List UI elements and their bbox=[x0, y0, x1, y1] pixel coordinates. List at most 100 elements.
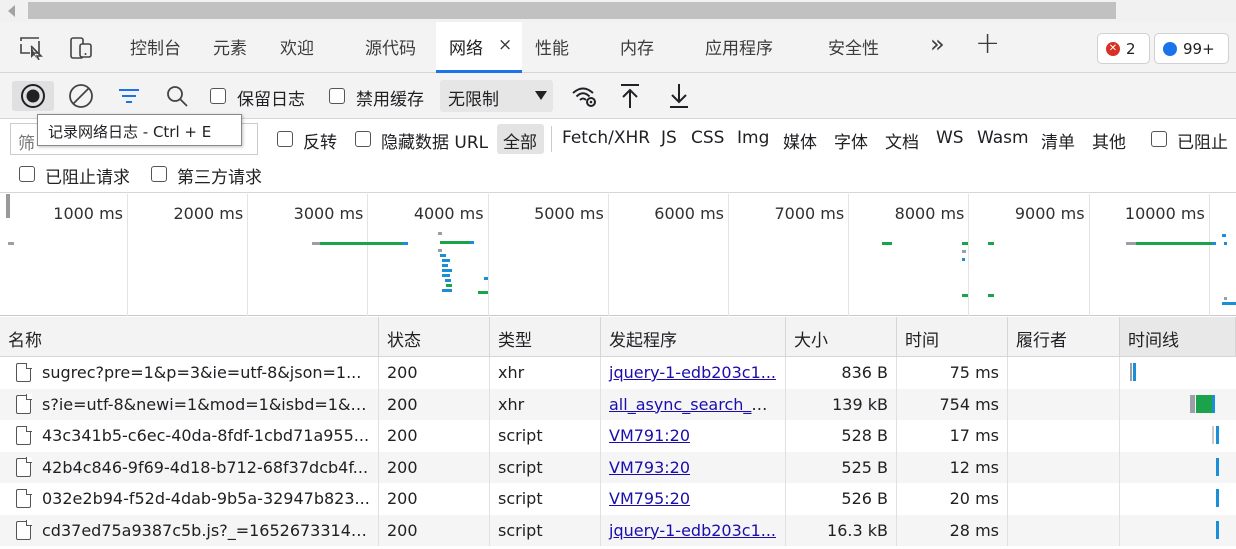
overview-handle[interactable] bbox=[6, 194, 10, 218]
table-row[interactable]: 42b4c846-9f69-4d18-b712-68f37dcb4f... 200… bbox=[0, 451, 1236, 483]
cell-name[interactable]: s?ie=utf-8&newi=1&mod=1&isbd=1&i... bbox=[0, 388, 379, 420]
tab-memory[interactable]: 内存 bbox=[620, 34, 654, 59]
col-header-waterfall[interactable]: 时间线 bbox=[1120, 317, 1236, 357]
cell-size: 16.3 kB bbox=[786, 514, 897, 546]
type-filter-font[interactable]: 字体 bbox=[834, 128, 868, 153]
overview-tick-label: 7000 ms bbox=[774, 204, 845, 223]
cell-initiator[interactable]: jquery-1-edb203c1... bbox=[601, 514, 786, 546]
throttling-select[interactable]: 无限制 bbox=[440, 80, 553, 112]
add-tab-icon[interactable]: + bbox=[975, 26, 1000, 61]
tab-security[interactable]: 安全性 bbox=[828, 34, 879, 59]
invert-checkbox[interactable] bbox=[277, 131, 293, 147]
table-row[interactable]: cd37ed75a9387c5b.js?_=1652673314117 200 sc… bbox=[0, 514, 1236, 546]
type-filter-fetch-xhr[interactable]: Fetch/XHR bbox=[562, 128, 650, 148]
record-button[interactable] bbox=[12, 81, 54, 111]
col-header-type[interactable]: 类型 bbox=[490, 317, 601, 357]
tab-network[interactable]: 网络 bbox=[449, 34, 483, 59]
close-tab-icon[interactable]: × bbox=[498, 35, 512, 55]
tab-sources[interactable]: 源代码 bbox=[365, 34, 416, 59]
export-har-button[interactable] bbox=[665, 81, 693, 111]
type-filter-css[interactable]: CSS bbox=[691, 128, 724, 148]
disable-cache-checkbox[interactable] bbox=[329, 88, 345, 104]
scrollbar-thumb[interactable] bbox=[28, 2, 1116, 19]
preserve-log-label[interactable]: 保留日志 bbox=[237, 85, 305, 110]
type-filter-ws[interactable]: WS bbox=[936, 128, 964, 148]
col-header-name[interactable]: 名称 bbox=[0, 317, 379, 357]
initiator-link[interactable]: jquery-1-edb203c1... bbox=[609, 521, 776, 540]
cell-name[interactable]: 43c341b5-c6ec-40da-8fdf-1cbd71a955... bbox=[0, 420, 379, 452]
tab-network-container[interactable]: 网络 × bbox=[436, 22, 522, 73]
import-har-button[interactable] bbox=[616, 81, 644, 111]
blocked-requests-label[interactable]: 已阻止请求 bbox=[45, 163, 130, 188]
errors-count: 2 bbox=[1126, 39, 1136, 58]
errors-badge[interactable]: ✕ 2 bbox=[1097, 33, 1150, 64]
divider bbox=[551, 126, 552, 152]
type-filter-js[interactable]: JS bbox=[661, 128, 677, 148]
overview-tick-label: 8000 ms bbox=[894, 204, 965, 223]
col-header-fulfilled-by[interactable]: 履行者 bbox=[1008, 317, 1120, 357]
blocked-cookies-checkbox[interactable] bbox=[1151, 131, 1167, 147]
initiator-link[interactable]: VM795:20 bbox=[609, 489, 690, 508]
overview-tick-label: 2000 ms bbox=[173, 204, 244, 223]
type-filter-media[interactable]: 媒体 bbox=[783, 128, 817, 153]
tab-elements[interactable]: 元素 bbox=[213, 34, 247, 59]
overview-request-bar bbox=[438, 249, 442, 252]
table-row[interactable]: 43c341b5-c6ec-40da-8fdf-1cbd71a955... 200… bbox=[0, 420, 1236, 452]
type-filter-img[interactable]: Img bbox=[737, 128, 769, 148]
file-icon bbox=[16, 488, 32, 508]
network-overview[interactable]: 1000 ms 2000 ms 3000 ms 4000 ms 5000 ms 6000 … bbox=[0, 194, 1236, 316]
col-header-size[interactable]: 大小 bbox=[786, 317, 897, 357]
initiator-link[interactable]: jquery-1-edb203c1... bbox=[609, 363, 776, 382]
cell-name[interactable]: 42b4c846-9f69-4d18-b712-68f37dcb4f... bbox=[0, 451, 379, 483]
cell-initiator[interactable]: all_async_search_49... bbox=[601, 388, 786, 420]
col-header-time[interactable]: 时间 bbox=[897, 317, 1008, 357]
overview-request-bar bbox=[442, 274, 450, 277]
tab-welcome[interactable]: 欢迎 bbox=[280, 34, 314, 59]
horizontal-scrollbar[interactable] bbox=[0, 0, 1236, 22]
cell-name[interactable]: cd37ed75a9387c5b.js?_=1652673314117 bbox=[0, 514, 379, 546]
cell-initiator[interactable]: VM793:20 bbox=[601, 451, 786, 483]
cell-initiator[interactable]: jquery-1-edb203c1... bbox=[601, 357, 786, 389]
third-party-checkbox[interactable] bbox=[151, 166, 167, 182]
col-header-initiator[interactable]: 发起程序 bbox=[601, 317, 786, 357]
initiator-link[interactable]: VM793:20 bbox=[609, 458, 690, 477]
cell-fulfilled bbox=[1008, 420, 1120, 452]
tab-performance[interactable]: 性能 bbox=[535, 34, 569, 59]
more-tabs-icon[interactable]: » bbox=[930, 30, 945, 58]
filter-button[interactable] bbox=[114, 82, 144, 110]
invert-label[interactable]: 反转 bbox=[303, 128, 337, 153]
hide-data-urls-checkbox[interactable] bbox=[355, 131, 371, 147]
overview-gridline bbox=[367, 194, 369, 316]
cell-initiator[interactable]: VM795:20 bbox=[601, 483, 786, 515]
col-header-status[interactable]: 状态 bbox=[379, 317, 490, 357]
table-row[interactable]: 032e2b94-f52d-4dab-9b5a-32947b823... 200 s… bbox=[0, 483, 1236, 515]
search-button[interactable] bbox=[162, 82, 192, 110]
messages-badge[interactable]: 99+ bbox=[1154, 33, 1229, 64]
cell-name[interactable]: sugrec?pre=1&p=3&ie=utf-8&json=1... bbox=[0, 357, 379, 389]
type-filter-all[interactable]: 全部 bbox=[497, 124, 544, 154]
scroll-left-icon[interactable] bbox=[8, 5, 15, 17]
type-filter-manifest[interactable]: 清单 bbox=[1041, 128, 1075, 153]
blocked-requests-checkbox[interactable] bbox=[19, 166, 35, 182]
initiator-link[interactable]: VM791:20 bbox=[609, 426, 690, 445]
overview-request-bar bbox=[442, 269, 452, 272]
blocked-cookies-label[interactable]: 已阻止 bbox=[1177, 128, 1228, 153]
tab-console[interactable]: 控制台 bbox=[130, 34, 181, 59]
device-emulation-icon[interactable] bbox=[66, 35, 96, 61]
table-row[interactable]: sugrec?pre=1&p=3&ie=utf-8&json=1... 200 xh… bbox=[0, 357, 1236, 389]
third-party-label[interactable]: 第三方请求 bbox=[177, 163, 262, 188]
cell-name[interactable]: 032e2b94-f52d-4dab-9b5a-32947b823... bbox=[0, 483, 379, 515]
type-filter-doc[interactable]: 文档 bbox=[885, 128, 919, 153]
clear-button[interactable] bbox=[66, 82, 96, 110]
table-row[interactable]: s?ie=utf-8&newi=1&mod=1&isbd=1&i... 200 xh… bbox=[0, 388, 1236, 420]
cell-initiator[interactable]: VM791:20 bbox=[601, 420, 786, 452]
disable-cache-label[interactable]: 禁用缓存 bbox=[356, 85, 424, 110]
network-conditions-button[interactable] bbox=[568, 82, 600, 110]
initiator-link[interactable]: all_async_search_49... bbox=[609, 395, 785, 414]
inspect-element-icon[interactable] bbox=[18, 35, 46, 61]
type-filter-wasm[interactable]: Wasm bbox=[977, 128, 1029, 148]
tab-application[interactable]: 应用程序 bbox=[705, 34, 773, 59]
type-filter-other[interactable]: 其他 bbox=[1092, 128, 1126, 153]
hide-data-urls-label[interactable]: 隐藏数据 URL bbox=[381, 128, 488, 153]
preserve-log-checkbox[interactable] bbox=[210, 88, 226, 104]
